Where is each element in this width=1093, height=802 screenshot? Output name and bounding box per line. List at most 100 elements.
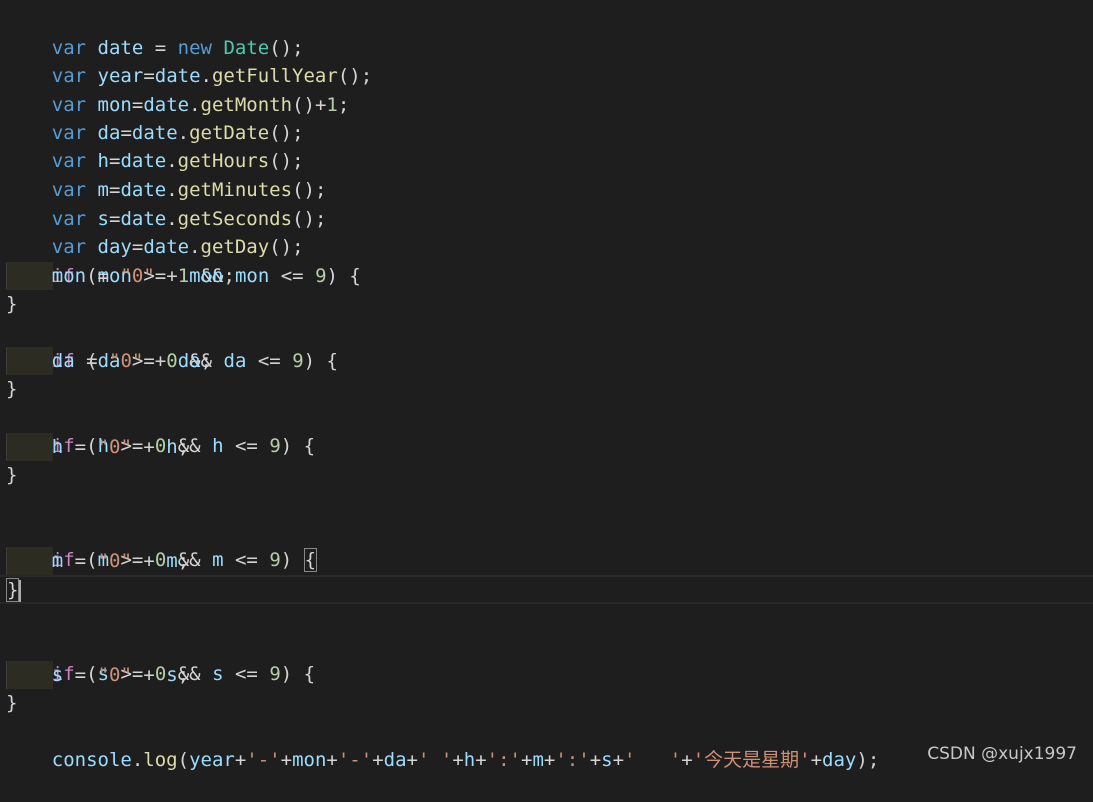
token: 9 [269,549,281,571]
token: + [143,664,155,686]
token: h [463,749,476,771]
code-line[interactable]: var date = new Date(); [6,6,304,59]
token: h [166,436,178,458]
code-line[interactable]: if (mon >= 1 && mon <= 9) { [6,234,361,287]
code-line-current[interactable]: } [6,576,22,604]
token: m [532,749,544,771]
token: 9 [269,435,281,457]
token: ) { [280,435,316,457]
token: s [166,664,178,686]
token: ( [177,749,190,771]
token: da [383,749,407,771]
token: + [521,749,533,771]
token: m [166,550,178,572]
token: ; [177,436,190,458]
token: + [326,749,338,771]
code-line[interactable]: var s=date.getSeconds(); [6,177,327,230]
token: ) { [280,663,316,685]
token: = [74,664,87,686]
code-line[interactable]: mon = "0" + mon; [6,262,235,290]
token: s [212,663,224,685]
token: = [74,550,87,572]
token: } [6,692,18,714]
code-line[interactable]: if (h >= 0 && h <= 9) { [6,404,315,457]
code-line[interactable]: if (m >= 0 && m <= 9) { [6,518,318,572]
token: + [475,749,487,771]
token: + [810,749,823,771]
token: = [74,436,87,458]
token: s [51,664,64,686]
code-line[interactable]: var day=date.getDay(); [6,205,304,258]
token: mon [234,265,270,287]
token: + [372,749,384,771]
code-line[interactable]: if (da >= 0 && da <= 9) { [6,319,338,372]
token: "0" [97,664,132,686]
code-line[interactable]: } [6,290,17,318]
token: "0" [109,350,144,372]
token: + [589,749,602,771]
code-line[interactable]: var h=date.getHours(); [6,119,304,172]
code-line[interactable]: if (s >= 0 && s <= 9) { [6,632,315,685]
token: <= [280,265,304,287]
token: year [189,749,235,771]
token: 9 [315,265,327,287]
token: + [543,749,556,771]
token: + [681,749,693,771]
code-line[interactable]: } [6,375,17,403]
code-editor[interactable]: var date = new Date(); var year=date.get… [0,0,1093,774]
token: + [406,749,418,771]
token: ) { [326,265,361,287]
token: + [280,749,293,771]
token: "0" [120,265,155,287]
code-line[interactable]: s = "0" + s; [6,661,189,689]
token: day [822,749,857,771]
code-line[interactable]: h = "0" + h; [6,433,189,461]
code-line[interactable]: } [6,689,17,717]
token: ' ' [624,749,682,771]
token: + [234,749,247,771]
token: ) { [303,350,338,372]
code-line[interactable]: var m=date.getMinutes(); [6,148,327,201]
token: m [51,550,64,572]
token: '-' [337,749,373,771]
token: + [166,265,178,287]
token: mon [292,749,327,771]
token: '今天是星期' [692,749,811,771]
code-line[interactable]: } [6,461,17,489]
token: 9 [269,663,281,685]
token: da [51,350,75,372]
token: "0" [97,436,132,458]
token: } [6,464,18,486]
token: 9 [292,350,304,372]
token: da [177,350,201,372]
token: '-' [246,749,281,771]
token: = [97,265,109,287]
token: + [612,749,625,771]
token: mon [51,265,87,287]
token: ; [177,664,190,686]
token: . [131,749,144,771]
token: } [6,378,18,400]
token: h [51,436,64,458]
code-line[interactable]: var da=date.getDate(); [6,91,304,144]
text-cursor [19,579,22,602]
token: 1 [326,94,338,116]
token: ; [223,265,235,287]
code-line[interactable]: var year=date.getFullYear(); [6,34,372,87]
code-line[interactable]: console.log(year+'-'+mon+'-'+da+' '+h+':… [6,718,880,771]
code-line[interactable]: m = "0" + m; [6,547,189,575]
token: ); [856,749,880,771]
token: ':' [486,749,521,771]
token: ':' [555,749,590,771]
token: ' ' [417,749,453,771]
token: da [223,350,247,372]
code-line[interactable]: da = "0" + da; [6,347,212,375]
token: ; [200,350,213,372]
token: s [601,749,613,771]
matching-bracket: } [6,578,20,602]
token: <= [234,663,258,685]
code-line[interactable]: var mon=date.getMonth()+1; [6,63,350,116]
token: <= [234,549,258,571]
token: + [143,436,155,458]
token: console [51,749,132,771]
